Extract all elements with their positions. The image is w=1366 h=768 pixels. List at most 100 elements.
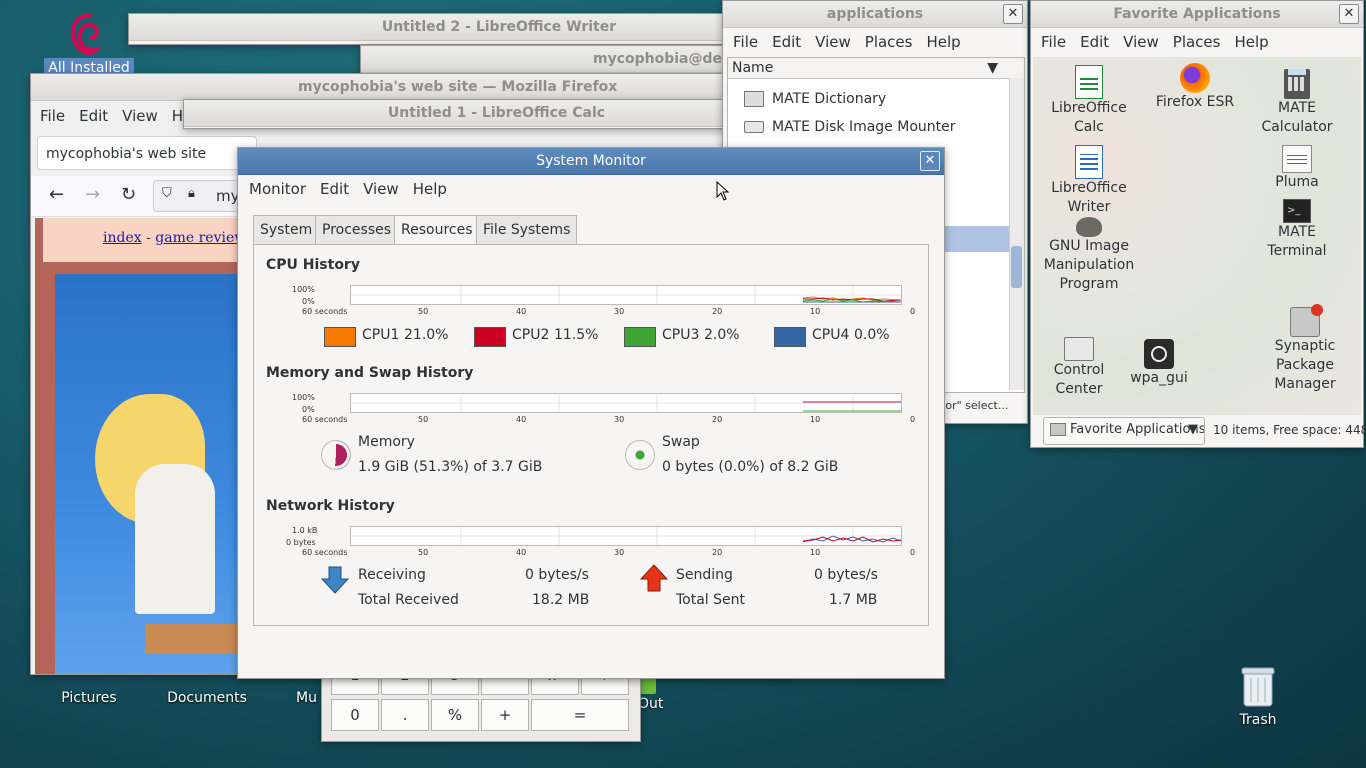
scrollbar-thumb[interactable] <box>1011 246 1022 288</box>
network-history-heading: Network History <box>266 498 395 514</box>
calc-icon <box>1075 65 1103 99</box>
close-icon[interactable]: ✕ <box>1339 4 1359 24</box>
location-dropdown[interactable]: Favorite Applications ▼ <box>1043 417 1205 445</box>
firefox-menu-file[interactable]: File <box>33 107 72 125</box>
cpu4-color-swatch[interactable] <box>774 327 806 347</box>
selected-row[interactable] <box>942 226 1010 252</box>
sending-arrow-icon[interactable] <box>639 563 669 593</box>
applications-titlebar[interactable]: applications ✕ <box>723 1 1027 28</box>
calc-key-equals[interactable]: = <box>531 699 629 731</box>
cpu3-color-swatch[interactable] <box>624 327 656 347</box>
list-item[interactable]: MATE Dictionary <box>744 88 886 110</box>
wpa-gui-launcher[interactable]: wpa_gui <box>1109 339 1209 388</box>
back-icon[interactable]: ← <box>49 184 64 205</box>
firefox-launcher[interactable]: Firefox ESR <box>1145 63 1245 112</box>
mem-ylabel-min: 0% <box>302 405 315 414</box>
firefox-menu-edit[interactable]: Edit <box>72 107 115 125</box>
mem-ylabel-max: 100% <box>292 393 315 402</box>
index-link[interactable]: index <box>103 230 142 246</box>
list-item[interactable]: MATE Disk Image Mounter <box>744 116 955 138</box>
calc-key-0[interactable]: 0 <box>331 699 379 731</box>
firefox-label: Firefox ESR <box>1155 94 1235 110</box>
tab-system[interactable]: System <box>253 215 320 244</box>
fav-menu-help[interactable]: Help <box>1227 33 1275 51</box>
favorite-apps-titlebar[interactable]: Favorite Applications ✕ <box>1031 1 1363 28</box>
pictures-desktop-icon[interactable]: Pictures <box>44 690 134 706</box>
pluma-launcher[interactable]: Pluma <box>1247 145 1347 192</box>
libreoffice-writer-launcher[interactable]: LibreOffice Writer <box>1039 145 1139 217</box>
calculator-label-1: MATE <box>1278 100 1316 116</box>
location-label: Favorite Applications <box>1070 422 1205 437</box>
sending-label: Sending <box>676 567 733 583</box>
menu-view[interactable]: View <box>356 180 406 198</box>
forward-icon[interactable]: → <box>85 184 100 205</box>
memory-pie-icon[interactable] <box>321 440 351 470</box>
tab-file-systems[interactable]: File Systems <box>476 215 578 244</box>
documents-desktop-icon[interactable]: Documents <box>162 690 252 706</box>
apps-menu-edit[interactable]: Edit <box>765 33 808 51</box>
apps-menu-help[interactable]: Help <box>919 33 967 51</box>
cpu2-color-swatch[interactable] <box>474 327 506 347</box>
trash-desktop-icon[interactable]: Trash <box>1218 664 1298 728</box>
swap-pie-icon[interactable] <box>625 440 655 470</box>
favorite-apps-status: 10 items, Free space: 448.3 ... <box>1213 423 1366 437</box>
cpu1-color-swatch[interactable] <box>324 327 356 347</box>
synaptic-icon <box>1290 304 1323 337</box>
tab-bar: System Processes Resources File Systems <box>253 215 933 245</box>
menu-edit[interactable]: Edit <box>313 180 356 198</box>
net-xtick-10: 10 <box>810 548 821 557</box>
gimp-label-3: Program <box>1059 276 1119 292</box>
calculator-icon <box>1284 69 1310 99</box>
scrollbar[interactable] <box>1009 78 1024 390</box>
calculator-label-2: Calculator <box>1261 119 1333 135</box>
cpu-xtick-60: 60 seconds <box>302 307 348 316</box>
swap-value: 0 bytes (0.0%) of 8.2 GiB <box>662 459 839 475</box>
synaptic-launcher[interactable]: Synaptic Package Manager <box>1255 304 1355 394</box>
system-monitor-titlebar[interactable]: System Monitor ✕ <box>238 148 944 175</box>
calc-key-decimal[interactable]: . <box>381 699 429 731</box>
menu-help[interactable]: Help <box>406 180 454 198</box>
menu-monitor[interactable]: Monitor <box>242 180 313 198</box>
libreoffice-calc-launcher[interactable]: LibreOffice Calc <box>1039 65 1139 137</box>
total-received-value: 18.2 MB <box>532 592 590 608</box>
cpu-history-heading: CPU History <box>266 257 360 273</box>
fav-menu-edit[interactable]: Edit <box>1073 33 1116 51</box>
close-icon[interactable]: ✕ <box>920 151 940 171</box>
fav-menu-places[interactable]: Places <box>1166 33 1228 51</box>
cpu-xtick-0: 0 <box>910 307 916 316</box>
receiving-value: 0 bytes/s <box>525 567 589 583</box>
calc-key-percent[interactable]: % <box>431 699 479 731</box>
sending-value: 0 bytes/s <box>814 567 878 583</box>
control-label-1: Control <box>1053 362 1105 378</box>
mouse-cursor-icon <box>716 181 730 201</box>
firefox-menu-view[interactable]: View <box>115 107 165 125</box>
system-monitor-window: System Monitor ✕ Monitor Edit View Help Sys… <box>237 147 945 679</box>
net-xtick-20: 20 <box>712 548 723 557</box>
tab-resources[interactable]: Resources <box>394 215 480 245</box>
firefox-icon <box>1180 63 1210 93</box>
total-received-label: Total Received <box>358 592 459 608</box>
dictionary-icon <box>744 91 764 107</box>
reload-icon[interactable]: ↻ <box>121 184 136 205</box>
folder-icon <box>1050 423 1066 436</box>
mate-terminal-launcher[interactable]: >_ MATE Terminal <box>1247 199 1347 261</box>
apps-menu-view[interactable]: View <box>808 33 858 51</box>
net-xtick-30: 30 <box>614 548 625 557</box>
fav-menu-view[interactable]: View <box>1116 33 1166 51</box>
logout-desktop-icon[interactable]: Out <box>638 678 678 712</box>
firefox-titlebar[interactable]: mycophobia's web site — Mozilla Firefox <box>31 74 791 101</box>
calc-key-plus[interactable]: + <box>481 699 529 731</box>
mate-calculator-launcher[interactable]: MATE Calculator <box>1247 65 1347 137</box>
tab-processes[interactable]: Processes <box>315 215 399 244</box>
cpu-xtick-50: 50 <box>418 307 429 316</box>
fav-menu-file[interactable]: File <box>1034 33 1073 51</box>
receiving-arrow-icon[interactable] <box>320 565 350 595</box>
name-column-header[interactable]: Name ▼ <box>728 58 1024 79</box>
close-icon[interactable]: ✕ <box>1003 4 1023 24</box>
apps-menu-file[interactable]: File <box>726 33 765 51</box>
cpu1-name: CPU1 <box>362 327 400 343</box>
apps-menu-places[interactable]: Places <box>858 33 920 51</box>
calc-titlebar[interactable]: Untitled 1 - LibreOffice Calc <box>184 100 809 127</box>
gimp-launcher[interactable]: GNU Image Manipulation Program <box>1039 217 1139 294</box>
firefox-tab[interactable]: mycophobia's web site <box>37 136 257 170</box>
